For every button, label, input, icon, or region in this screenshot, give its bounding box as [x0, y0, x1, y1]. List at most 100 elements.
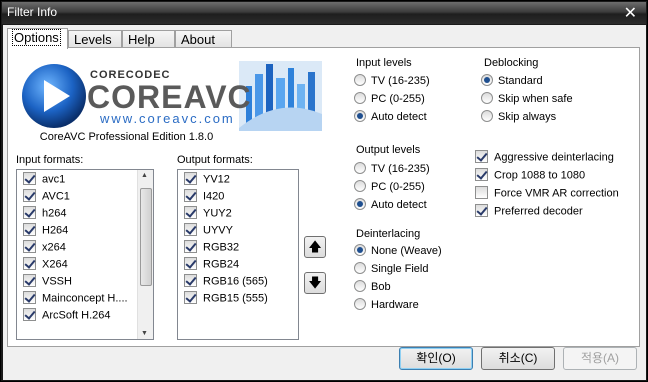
output-formats-list[interactable]: YV12 I420 YUY2 UYVY RGB32 RGB24 RGB16 (5…: [177, 169, 299, 340]
radio[interactable]: [354, 280, 366, 293]
list-item[interactable]: VSSH: [23, 274, 72, 292]
list-item[interactable]: X264: [23, 257, 68, 275]
move-up-button[interactable]: 🡅: [304, 236, 326, 258]
deinterlacing-label: Deinterlacing: [356, 228, 421, 240]
tab-options[interactable]: Options: [7, 28, 68, 49]
checkbox[interactable]: [23, 274, 36, 287]
logo-url: www.coreavc.com: [100, 111, 235, 126]
radio[interactable]: [481, 110, 493, 123]
output-levels-label: Output levels: [356, 144, 421, 156]
list-item[interactable]: Mainconcept H....: [23, 291, 128, 309]
tab-about[interactable]: About: [175, 30, 232, 48]
list-item[interactable]: H264: [23, 223, 68, 241]
coreavc-logo: CORECODEC COREAVC www.coreavc.com CoreAV…: [14, 56, 322, 146]
radio[interactable]: [481, 74, 493, 87]
checkbox[interactable]: [184, 223, 197, 236]
list-item[interactable]: YV12: [184, 172, 230, 190]
deinterlace-bob[interactable]: Bob: [354, 280, 391, 297]
deblock-standard[interactable]: Standard: [481, 74, 543, 91]
filter-info-window: Filter Info ✕ Options Levels Help About: [0, 0, 648, 382]
list-item[interactable]: avc1: [23, 172, 65, 190]
checkbox[interactable]: [475, 150, 488, 163]
radio[interactable]: [354, 298, 366, 311]
scroll-thumb[interactable]: [140, 188, 152, 286]
list-item[interactable]: ArcSoft H.264: [23, 308, 110, 326]
deinterlace-none[interactable]: None (Weave): [354, 244, 442, 261]
checkbox[interactable]: [23, 308, 36, 321]
list-item[interactable]: RGB16 (565): [184, 274, 268, 292]
checkbox[interactable]: [23, 240, 36, 253]
checkbox[interactable]: [23, 291, 36, 304]
list-item[interactable]: x264: [23, 240, 66, 258]
checkbox[interactable]: [23, 257, 36, 270]
tab-help[interactable]: Help: [122, 30, 175, 48]
arrow-up-icon: 🡅: [308, 239, 322, 254]
checkbox[interactable]: [23, 189, 36, 202]
window-title: Filter Info: [7, 5, 58, 19]
arrow-down-icon: 🡇: [308, 275, 322, 290]
list-item[interactable]: YUY2: [184, 206, 232, 224]
scroll-down-icon[interactable]: ▼: [141, 330, 148, 337]
checkbox[interactable]: [475, 168, 488, 181]
checkbox[interactable]: [475, 204, 488, 217]
radio[interactable]: [354, 74, 366, 87]
deinterlace-hardware[interactable]: Hardware: [354, 298, 419, 315]
aggressive-deinterlacing-checkbox[interactable]: Aggressive deinterlacing: [475, 150, 614, 167]
deblocking-label: Deblocking: [484, 57, 539, 69]
radio[interactable]: [354, 198, 366, 211]
input-levels-tv[interactable]: TV (16-235): [354, 74, 430, 91]
radio[interactable]: [354, 162, 366, 175]
input-formats-label: Input formats:: [16, 154, 84, 166]
checkbox[interactable]: [184, 189, 197, 202]
options-panel: CORECODEC COREAVC www.coreavc.com CoreAV…: [7, 47, 640, 347]
output-levels-auto[interactable]: Auto detect: [354, 198, 427, 215]
cancel-button[interactable]: 취소(C): [481, 347, 555, 370]
list-item[interactable]: UYVY: [184, 223, 233, 241]
output-levels-tv[interactable]: TV (16-235): [354, 162, 430, 179]
checkbox[interactable]: [23, 206, 36, 219]
checkbox[interactable]: [184, 257, 197, 270]
input-levels-label: Input levels: [356, 57, 412, 69]
list-item[interactable]: RGB32: [184, 240, 239, 258]
checkbox[interactable]: [184, 240, 197, 253]
list-item[interactable]: h264: [23, 206, 66, 224]
apply-button[interactable]: 적용(A): [563, 347, 637, 370]
input-formats-list[interactable]: avc1 AVC1 h264 H264 x264 X264 VSSH Mainc…: [16, 169, 154, 340]
list-item[interactable]: AVC1: [23, 189, 70, 207]
ok-button[interactable]: 확인(O): [399, 347, 473, 370]
deblock-skip-when-safe[interactable]: Skip when safe: [481, 92, 573, 109]
radio[interactable]: [354, 180, 366, 193]
version-caption: CoreAVC Professional Edition 1.8.0: [39, 131, 214, 143]
title-bar[interactable]: Filter Info ✕: [2, 2, 646, 24]
deblock-skip-always[interactable]: Skip always: [481, 110, 556, 127]
input-levels-auto[interactable]: Auto detect: [354, 110, 427, 127]
checkbox[interactable]: [184, 172, 197, 185]
checkbox[interactable]: [184, 206, 197, 219]
checkbox[interactable]: [184, 291, 197, 304]
force-vmr-ar-checkbox[interactable]: Force VMR AR correction: [475, 186, 619, 203]
output-levels-pc[interactable]: PC (0-255): [354, 180, 425, 197]
list-item[interactable]: RGB15 (555): [184, 291, 268, 309]
checkbox[interactable]: [23, 172, 36, 185]
radio[interactable]: [354, 244, 366, 257]
dialog-client: Options Levels Help About CORECODEC CORE…: [3, 25, 646, 380]
close-icon[interactable]: ✕: [624, 3, 637, 23]
deinterlace-single-field[interactable]: Single Field: [354, 262, 428, 279]
radio[interactable]: [354, 262, 366, 275]
crop-1088-checkbox[interactable]: Crop 1088 to 1080: [475, 168, 585, 185]
checkbox[interactable]: [475, 186, 488, 199]
list-item[interactable]: RGB24: [184, 257, 239, 275]
radio[interactable]: [354, 110, 366, 123]
input-formats-scrollbar[interactable]: ▲ ▼: [137, 170, 153, 339]
tab-levels[interactable]: Levels: [68, 30, 122, 48]
checkbox[interactable]: [23, 223, 36, 236]
radio[interactable]: [481, 92, 493, 105]
move-down-button[interactable]: 🡇: [304, 272, 326, 294]
list-item[interactable]: I420: [184, 189, 224, 207]
checkbox[interactable]: [184, 274, 197, 287]
radio[interactable]: [354, 92, 366, 105]
scroll-up-icon[interactable]: ▲: [141, 172, 148, 179]
input-levels-pc[interactable]: PC (0-255): [354, 92, 425, 109]
preferred-decoder-checkbox[interactable]: Preferred decoder: [475, 204, 583, 221]
output-formats-label: Output formats:: [177, 154, 253, 166]
